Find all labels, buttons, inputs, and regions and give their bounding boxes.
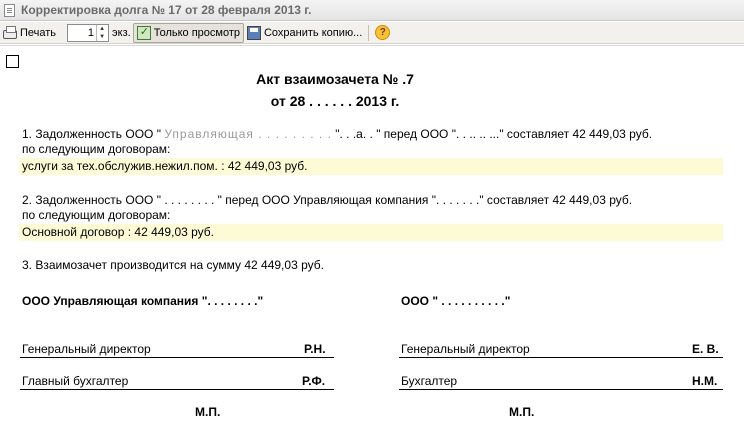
readonly-toggle-button[interactable]: Только просмотр: [132, 22, 244, 43]
window-titlebar: Корректировка долга № 17 от 28 февраля 2…: [0, 0, 744, 21]
document-title-line1: Акт взаимозачета № .7: [256, 71, 414, 87]
left-director-label: Генеральный директор: [22, 342, 151, 356]
left-accountant-signature-line: [20, 389, 334, 390]
spreadsheet-document[interactable]: Акт взаимозачета № .7 от 28 . . . . . . …: [0, 45, 744, 425]
left-accountant-label: Главный бухгалтер: [22, 374, 129, 388]
copies-unit-label: экз.: [112, 26, 131, 39]
help-icon: ?: [375, 25, 391, 40]
right-director-label: Генеральный директор: [401, 342, 530, 356]
paragraph-2-line1: 2. Задолженность ООО " . . . . . . . . "…: [22, 193, 633, 207]
readonly-icon: [136, 25, 151, 40]
spin-down-icon[interactable]: ▼: [97, 33, 107, 41]
toolbar: Печать ▲ ▼ экз. Только просмотр Сохранит…: [0, 22, 744, 44]
right-director-name: Е. В.: [692, 342, 719, 356]
document-icon: [4, 3, 15, 17]
right-accountant-label: Бухгалтер: [401, 374, 458, 388]
right-party-name: ООО " . . . . . . . . . .": [401, 294, 511, 308]
print-label: Печать: [20, 26, 57, 39]
help-button[interactable]: ?: [372, 23, 393, 43]
window-title: Корректировка долга № 17 от 28 февраля 2…: [21, 3, 312, 17]
paragraph-2-contract[interactable]: Основной договор : 42 449,03 руб.: [19, 224, 723, 241]
save-copy-button[interactable]: Сохранить копию...: [244, 23, 365, 43]
save-copy-label: Сохранить копию...: [263, 26, 363, 39]
copies-input[interactable]: [68, 24, 97, 41]
copies-stepper[interactable]: ▲ ▼: [67, 23, 110, 42]
paragraph-1-contract[interactable]: услуги за тех.обслужив.нежил.пом. : 42 4…: [19, 158, 723, 175]
paragraph-3: 3. Взаимозачет производится на сумму 42 …: [22, 258, 324, 272]
left-director-name: Р.Н.: [304, 342, 326, 356]
printer-icon: [3, 25, 17, 39]
toolbar-separator: [368, 24, 370, 41]
left-stamp-label: М.П.: [195, 405, 221, 419]
right-accountant-name: Н.М.: [692, 374, 718, 388]
paragraph-2-line2: по следующим договорам:: [22, 208, 171, 222]
right-stamp-label: М.П.: [509, 405, 535, 419]
document-title-line2: от 28 . . . . . . 2013 г.: [270, 93, 400, 109]
select-all-box[interactable]: [6, 55, 19, 68]
left-director-signature-line: [20, 357, 334, 358]
right-director-signature-line: [399, 357, 723, 358]
floppy-disk-icon: [246, 25, 261, 40]
right-accountant-signature-line: [399, 389, 723, 390]
print-button[interactable]: Печать: [0, 23, 59, 43]
spin-up-icon[interactable]: ▲: [97, 25, 107, 33]
left-party-name: ООО Управляющая компания ". . . . . . . …: [22, 294, 264, 308]
copies-spin-arrows[interactable]: ▲ ▼: [96, 24, 107, 41]
left-accountant-name: Р.Ф.: [302, 374, 326, 388]
readonly-label: Только просмотр: [153, 26, 240, 39]
paragraph-1-line2: по следующим договорам:: [22, 142, 171, 156]
paragraph-1-line1: 1. Задолженность ООО " Управляющая . . .…: [22, 127, 653, 141]
